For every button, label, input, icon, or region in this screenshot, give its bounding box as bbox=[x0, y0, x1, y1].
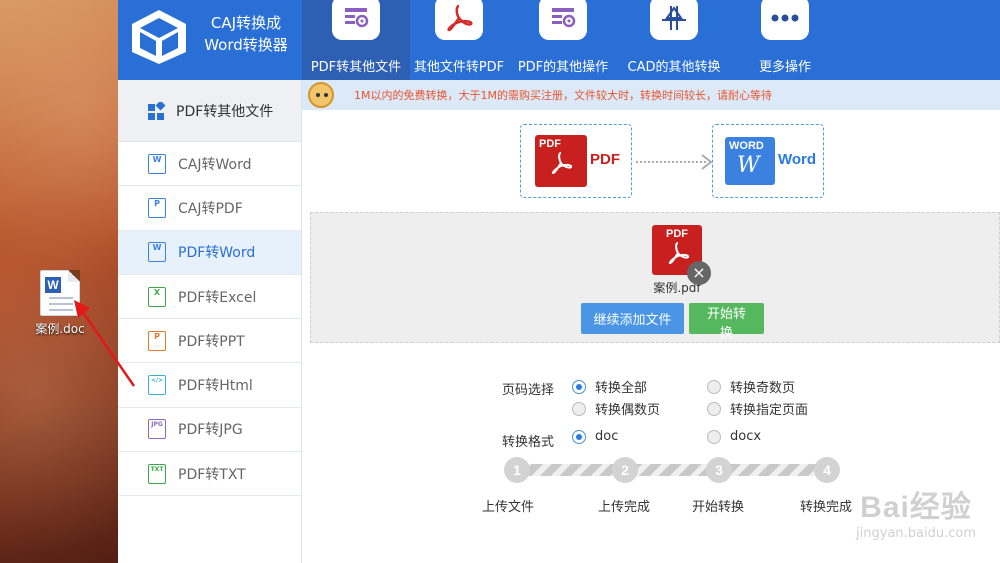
sidebar-header-label: PDF转其他文件 bbox=[176, 103, 274, 120]
cad-icon bbox=[650, 0, 698, 40]
pdf-file-icon: P bbox=[148, 197, 166, 218]
tile-text: PDF bbox=[539, 138, 561, 150]
file-drop-area[interactable]: PDF × 案例.pdf 继续添加文件 开始转换 bbox=[310, 212, 1000, 343]
sidebar-item-pdf-to-jpg[interactable]: JPG PDF转JPG bbox=[118, 408, 301, 453]
radio-label: doc bbox=[595, 429, 619, 444]
nav-label: CAD的其他转换 bbox=[627, 60, 721, 75]
sidebar-item-label: PDF转Html bbox=[178, 378, 253, 395]
sidebar-item-label: CAJ转PDF bbox=[178, 200, 243, 217]
sidebar-item-pdf-to-word[interactable]: W PDF转Word bbox=[118, 230, 301, 275]
notice-bar: 1M以内的免费转换，大于1M的需购买注册，文件较大时，转换时间较长，请耐心等待 bbox=[302, 80, 1000, 110]
sidebar-item-label: PDF转TXT bbox=[178, 466, 246, 483]
main-panel: 1M以内的免费转换，大于1M的需购买注册，文件较大时，转换时间较长，请耐心等待 … bbox=[302, 80, 1000, 563]
ppt-file-icon: P bbox=[148, 330, 166, 351]
step-dot-4: 4 bbox=[814, 457, 840, 483]
progress-steps-bar bbox=[512, 464, 832, 476]
html-file-icon: </> bbox=[148, 375, 166, 396]
radio-format-doc[interactable]: doc bbox=[572, 429, 618, 444]
radio-format-docx[interactable]: docx bbox=[707, 429, 761, 444]
sidebar-item-pdf-to-ppt[interactable]: P PDF转PPT bbox=[118, 319, 301, 364]
step-dot-1: 1 bbox=[504, 457, 530, 483]
txt-file-icon: TXT bbox=[148, 463, 166, 484]
radio-label: 转换奇数页 bbox=[730, 381, 796, 396]
word-tile-icon: WORD W bbox=[725, 137, 775, 185]
sidebar-item-pdf-to-txt[interactable]: TXT PDF转TXT bbox=[118, 452, 301, 497]
sidebar-header[interactable]: PDF转其他文件 bbox=[118, 80, 301, 142]
sidebar-item-pdf-to-html[interactable]: </> PDF转Html bbox=[118, 363, 301, 408]
sidebar-item-label: CAJ转Word bbox=[178, 156, 252, 173]
nav-more-ops[interactable]: 更多操作 bbox=[730, 0, 840, 80]
radio-label: 转换全部 bbox=[595, 381, 648, 396]
gear-doc-icon bbox=[332, 0, 380, 40]
annotation-arrow-icon bbox=[74, 300, 136, 387]
step-label-3: 开始转换 bbox=[692, 500, 745, 515]
app-window: CAJ转换成 Word转换器 PDF转其他文件 其他文件转PDF PDF的其他操… bbox=[118, 0, 1000, 563]
start-convert-button[interactable]: 开始转换 bbox=[689, 303, 764, 341]
sidebar-item-pdf-to-excel[interactable]: X PDF转Excel bbox=[118, 275, 301, 320]
uploaded-file[interactable]: PDF × 案例.pdf bbox=[645, 225, 711, 296]
watermark: Bai经验 jingyan.baidu.com bbox=[856, 482, 976, 541]
word-file-icon: W bbox=[148, 153, 166, 174]
brand-line1: CAJ转换成 bbox=[210, 14, 282, 32]
nav-other-to-pdf[interactable]: 其他文件转PDF bbox=[410, 0, 508, 80]
more-dots-icon bbox=[761, 0, 809, 40]
add-more-files-button[interactable]: 继续添加文件 bbox=[581, 303, 684, 334]
app-logo-icon bbox=[132, 10, 186, 64]
watermark-url: jingyan.baidu.com bbox=[856, 526, 976, 541]
word-file-icon: W bbox=[148, 242, 166, 263]
watermark-brand: Bai经验 bbox=[860, 491, 972, 524]
radio-label: 转换偶数页 bbox=[595, 403, 661, 418]
from-format-label: PDF bbox=[590, 151, 620, 168]
conversion-dots bbox=[636, 161, 706, 163]
format-label: 转换格式 bbox=[502, 435, 555, 450]
nav-pdf-to-other[interactable]: PDF转其他文件 bbox=[302, 0, 410, 80]
sidebar-item-caj-to-word[interactable]: W CAJ转Word bbox=[118, 142, 301, 187]
step-dot-3: 3 bbox=[706, 457, 732, 483]
sidebar: PDF转其他文件 W CAJ转Word P CAJ转PDF W PDF转Word… bbox=[118, 80, 302, 563]
page-select-label: 页码选择 bbox=[502, 383, 555, 398]
nav-label: PDF转其他文件 bbox=[310, 60, 402, 75]
radio-label: docx bbox=[730, 429, 762, 444]
excel-file-icon: X bbox=[148, 286, 166, 307]
sidebar-item-label: PDF转Excel bbox=[178, 289, 257, 306]
gear-doc-icon bbox=[539, 0, 587, 40]
sidebar-item-label: PDF转Word bbox=[178, 245, 256, 262]
nav-label: PDF的其他操作 bbox=[517, 60, 609, 75]
sidebar-item-label: PDF转JPG bbox=[178, 422, 243, 439]
step-label-1: 上传文件 bbox=[482, 500, 535, 515]
mascot-icon bbox=[308, 82, 334, 108]
nav-label: 更多操作 bbox=[758, 60, 811, 75]
app-header: CAJ转换成 Word转换器 PDF转其他文件 其他文件转PDF PDF的其他操… bbox=[118, 0, 1000, 80]
tile-text: WORD bbox=[729, 140, 764, 152]
sidebar-item-caj-to-pdf[interactable]: P CAJ转PDF bbox=[118, 186, 301, 231]
radio-page-odd[interactable]: 转换奇数页 bbox=[707, 377, 795, 396]
nav-cad-conversion[interactable]: CAD的其他转换 bbox=[618, 0, 730, 80]
step-label-4: 转换完成 bbox=[800, 500, 853, 515]
brand-line2: Word转换器 bbox=[204, 36, 288, 54]
notice-text: 1M以内的免费转换，大于1M的需购买注册，文件较大时，转换时间较长，请耐心等待 bbox=[354, 89, 772, 102]
remove-file-close-icon[interactable]: × bbox=[687, 261, 711, 285]
conversion-from-box: PDF PDF bbox=[520, 124, 632, 198]
to-format-label: Word bbox=[778, 151, 817, 168]
nav-pdf-other-ops[interactable]: PDF的其他操作 bbox=[508, 0, 618, 80]
tile-text: PDF bbox=[666, 228, 688, 240]
sidebar-item-label: PDF转PPT bbox=[178, 333, 245, 350]
radio-page-all[interactable]: 转换全部 bbox=[572, 377, 647, 396]
nav-label: 其他文件转PDF bbox=[413, 60, 505, 75]
radio-label: 转换指定页面 bbox=[730, 403, 809, 418]
pdf-acrobat-icon bbox=[435, 0, 483, 40]
radio-page-custom[interactable]: 转换指定页面 bbox=[707, 399, 808, 418]
pdf-tile-icon: PDF bbox=[535, 135, 587, 187]
conversion-to-box: WORD W Word bbox=[712, 124, 824, 198]
radio-page-even[interactable]: 转换偶数页 bbox=[572, 399, 660, 418]
step-label-2: 上传完成 bbox=[598, 500, 651, 515]
app-brand: CAJ转换成 Word转换器 bbox=[196, 12, 296, 56]
top-nav: PDF转其他文件 其他文件转PDF PDF的其他操作 CAD的其他转换 更多操作 bbox=[302, 0, 840, 80]
grid-icon bbox=[148, 101, 166, 120]
jpg-file-icon: JPG bbox=[148, 419, 166, 440]
step-dot-2: 2 bbox=[612, 457, 638, 483]
